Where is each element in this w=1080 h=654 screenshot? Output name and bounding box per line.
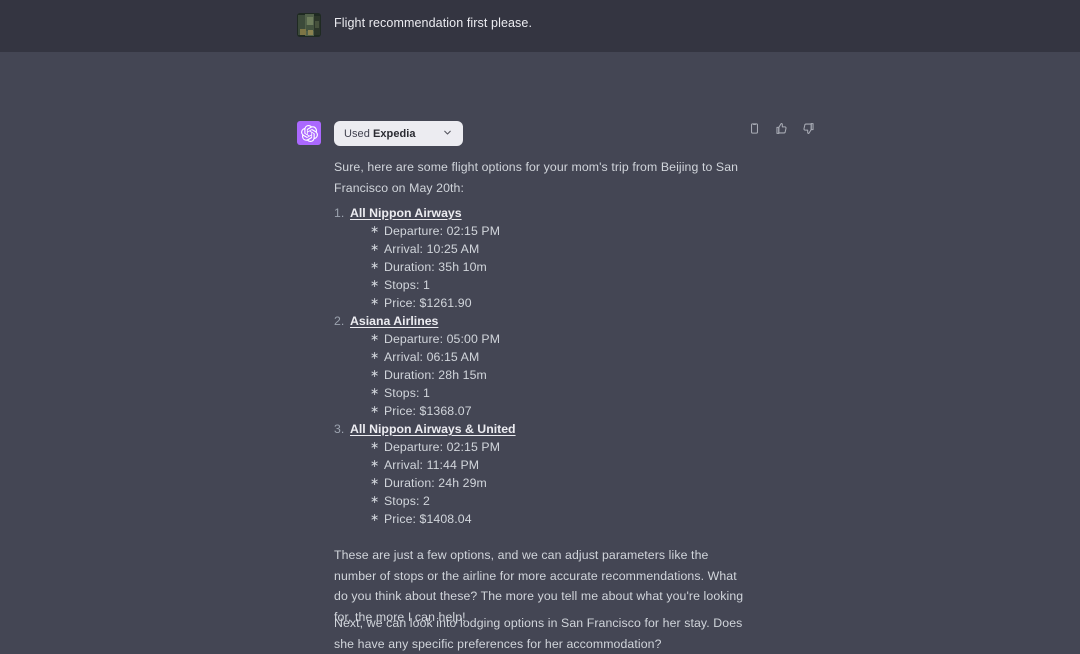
user-photo-avatar-icon bbox=[297, 13, 321, 37]
list-item: Duration: 28h 15m bbox=[370, 366, 754, 384]
list-item-marker: 2. bbox=[334, 312, 344, 330]
user-message-text: Flight recommendation first please. bbox=[334, 14, 532, 32]
list-item: Price: $1261.90 bbox=[370, 294, 754, 312]
flight-name-link[interactable]: All Nippon Airways & United bbox=[350, 420, 516, 438]
copy-icon[interactable] bbox=[747, 121, 762, 136]
flight-name-link[interactable]: Asiana Airlines bbox=[350, 312, 438, 330]
chatgpt-logo-icon bbox=[301, 125, 318, 142]
tool-pill-label: Used Expedia bbox=[344, 128, 416, 140]
flight-detail-list: Departure: 02:15 PM Arrival: 10:25 AM Du… bbox=[350, 222, 754, 312]
list-item: Arrival: 06:15 AM bbox=[370, 348, 754, 366]
assistant-message-turn: Used Expedia bbox=[0, 52, 1080, 601]
list-item: Duration: 35h 10m bbox=[370, 258, 754, 276]
list-item: Departure: 02:15 PM bbox=[370, 222, 754, 240]
list-item: Stops: 1 bbox=[370, 276, 754, 294]
list-item: Duration: 24h 29m bbox=[370, 474, 754, 492]
list-item: Stops: 1 bbox=[370, 384, 754, 402]
avatar bbox=[297, 13, 321, 37]
thumbs-down-icon[interactable] bbox=[801, 121, 816, 136]
thumbs-up-icon[interactable] bbox=[774, 121, 789, 136]
list-item: Arrival: 10:25 AM bbox=[370, 240, 754, 258]
used-tool-pill[interactable]: Used Expedia bbox=[334, 121, 463, 146]
list-item: Stops: 2 bbox=[370, 492, 754, 510]
flight-options-list: 1. All Nippon Airways Departure: 02:15 P… bbox=[334, 204, 754, 528]
list-item: 3. All Nippon Airways & United Departure… bbox=[334, 420, 754, 528]
list-item: Price: $1368.07 bbox=[370, 402, 754, 420]
chevron-down-icon bbox=[442, 125, 453, 143]
message-actions bbox=[747, 121, 816, 136]
avatar bbox=[297, 121, 321, 145]
chat-conversation: Flight recommendation first please. Used… bbox=[0, 0, 1080, 601]
list-item: Price: $1408.04 bbox=[370, 510, 754, 528]
flight-name-link[interactable]: All Nippon Airways bbox=[350, 204, 462, 222]
list-item: 2. Asiana Airlines Departure: 05:00 PM A… bbox=[334, 312, 754, 420]
list-item: Arrival: 11:44 PM bbox=[370, 456, 754, 474]
list-item-marker: 1. bbox=[334, 204, 344, 222]
list-item: Departure: 02:15 PM bbox=[370, 438, 754, 456]
list-item: 1. All Nippon Airways Departure: 02:15 P… bbox=[334, 204, 754, 312]
list-item: Departure: 05:00 PM bbox=[370, 330, 754, 348]
flight-detail-list: Departure: 05:00 PM Arrival: 06:15 AM Du… bbox=[350, 330, 754, 420]
assistant-closing-paragraph-2: Next, we can look into lodging options i… bbox=[334, 613, 754, 654]
flight-detail-list: Departure: 02:15 PM Arrival: 11:44 PM Du… bbox=[350, 438, 754, 528]
assistant-intro-paragraph: Sure, here are some flight options for y… bbox=[334, 157, 754, 198]
list-item-marker: 3. bbox=[334, 420, 344, 438]
user-message-turn: Flight recommendation first please. bbox=[0, 0, 1080, 52]
tool-pill-prefix: Used bbox=[344, 128, 373, 140]
tool-pill-name: Expedia bbox=[373, 128, 416, 140]
